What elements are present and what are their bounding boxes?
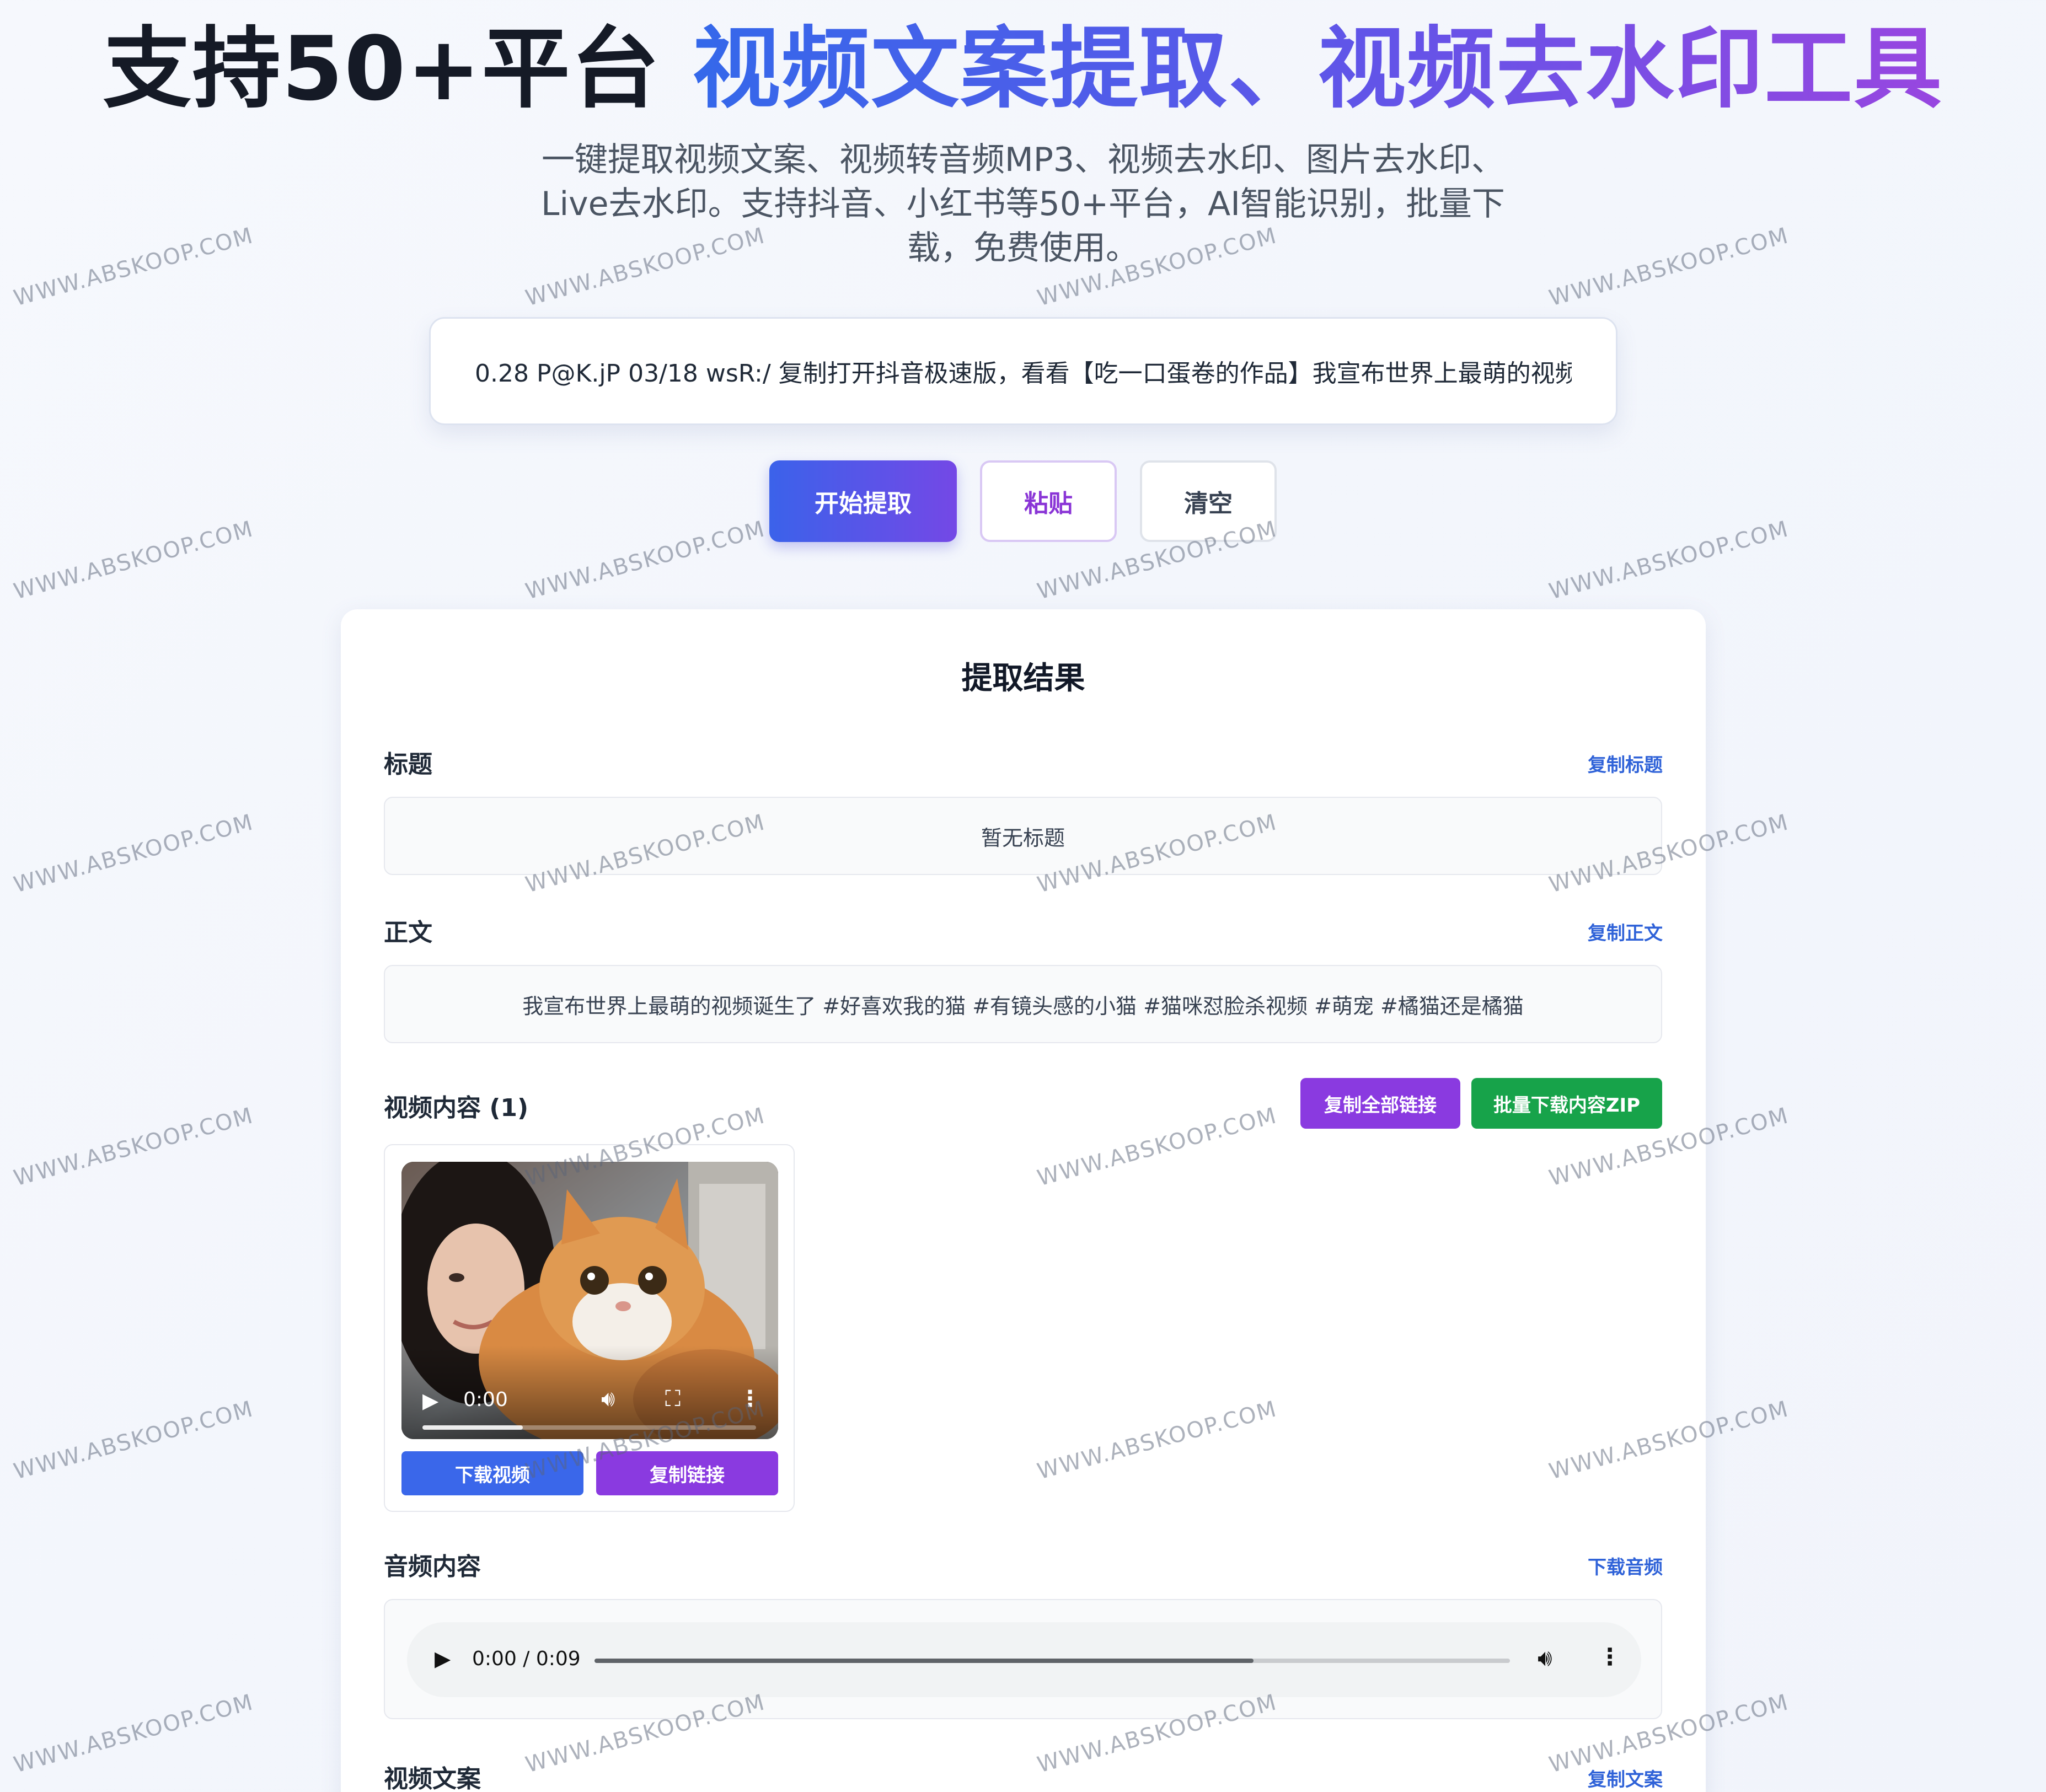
download-video-button[interactable]: 下载视频: [401, 1451, 583, 1495]
watermark-text: WWW.ABSKOOP.COM: [11, 1396, 256, 1485]
copy-transcript-link[interactable]: 复制文案: [1588, 1764, 1663, 1791]
video-player[interactable]: ▶ 0:00 🔊︎ ⛶ ⋮: [401, 1162, 778, 1439]
watermark-text: WWW.ABSKOOP.COM: [11, 809, 256, 898]
watermark-text: WWW.ABSKOOP.COM: [1546, 516, 1792, 605]
video-section-label: 视频内容 (1): [384, 1094, 529, 1122]
audio-volume-icon[interactable]: 🔊︎: [1538, 1644, 1552, 1672]
transcript-section-label: 视频文案: [384, 1765, 481, 1792]
body-section-label: 正文: [384, 919, 432, 947]
watermark-text: WWW.ABSKOOP.COM: [11, 516, 256, 605]
clear-button[interactable]: 清空: [1140, 460, 1277, 542]
watermark-text: WWW.ABSKOOP.COM: [11, 223, 256, 312]
body-value: 我宣布世界上最萌的视频诞生了 #好喜欢我的猫 #有镜头感的小猫 #猫咪怼脸杀视频…: [522, 994, 1524, 1018]
audio-progress-track[interactable]: [594, 1659, 1510, 1663]
audio-play-icon[interactable]: ▶: [435, 1646, 451, 1671]
audio-section-label: 音频内容: [384, 1553, 481, 1581]
video-fullscreen-icon[interactable]: ⛶: [665, 1386, 681, 1412]
audio-progress-fill: [594, 1659, 1254, 1663]
start-extract-button[interactable]: 开始提取: [769, 460, 957, 542]
video-time: 0:00: [463, 1388, 508, 1411]
video-volume-icon[interactable]: 🔊︎: [601, 1386, 615, 1412]
video-card: ▶ 0:00 🔊︎ ⛶ ⋮ 下载视频 复制链接: [384, 1144, 795, 1512]
title-section-label: 标题: [384, 750, 432, 779]
video-play-icon[interactable]: ▶: [422, 1388, 438, 1413]
body-value-box: 我宣布世界上最萌的视频诞生了 #好喜欢我的猫 #有镜头感的小猫 #猫咪怼脸杀视频…: [384, 965, 1662, 1043]
video-more-icon[interactable]: ⋮: [739, 1386, 761, 1412]
link-input[interactable]: 0.28 P@K.jP 03/18 wsR:/ 复制打开抖音极速版，看看【吃一口…: [429, 317, 1617, 425]
video-controls: ▶ 0:00 🔊︎ ⛶ ⋮: [401, 1345, 778, 1439]
download-audio-link[interactable]: 下载音频: [1588, 1552, 1663, 1579]
audio-more-icon[interactable]: ⋮: [1598, 1643, 1621, 1670]
watermark-text: WWW.ABSKOOP.COM: [1546, 223, 1792, 312]
result-card: 提取结果 标题 复制标题 暂无标题 正文 复制正文 我宣布世界上最萌的视频诞生了…: [341, 609, 1706, 1792]
audio-player[interactable]: ▶ 0:00 / 0:09 🔊︎ ⋮: [407, 1622, 1641, 1697]
audio-time: 0:00 / 0:09: [472, 1648, 581, 1670]
result-heading: 提取结果: [961, 661, 1085, 696]
paste-button[interactable]: 粘贴: [980, 460, 1117, 542]
hero-title-dark: 支持50+平台: [103, 17, 693, 120]
hero-title-accent: 视频文案提取、视频去水印工具: [692, 17, 1943, 120]
watermark-text: WWW.ABSKOOP.COM: [11, 1689, 256, 1778]
video-progress-track[interactable]: [422, 1425, 756, 1430]
hero-subtitle: 一键提取视频文案、视频转音频MP3、视频去水印、图片去水印、Live去水印。支持…: [541, 141, 1505, 267]
copy-link-button[interactable]: 复制链接: [596, 1451, 778, 1495]
batch-download-zip-button[interactable]: 批量下载内容ZIP: [1471, 1078, 1662, 1129]
watermark-text: WWW.ABSKOOP.COM: [11, 1103, 256, 1192]
copy-body-link[interactable]: 复制正文: [1588, 918, 1663, 945]
title-value-box: 暂无标题: [384, 797, 1662, 875]
hero-title: 支持50+平台 视频文案提取、视频去水印工具: [0, 17, 2046, 121]
link-input-text[interactable]: 0.28 P@K.jP 03/18 wsR:/ 复制打开抖音极速版，看看【吃一口…: [475, 353, 1572, 389]
copy-title-link[interactable]: 复制标题: [1588, 750, 1663, 777]
watermark-text: WWW.ABSKOOP.COM: [523, 516, 768, 605]
copy-all-links-button[interactable]: 复制全部链接: [1300, 1078, 1460, 1129]
audio-box: ▶ 0:00 / 0:09 🔊︎ ⋮: [384, 1599, 1662, 1719]
title-value: 暂无标题: [981, 825, 1065, 850]
video-progress-fill: [422, 1425, 523, 1430]
